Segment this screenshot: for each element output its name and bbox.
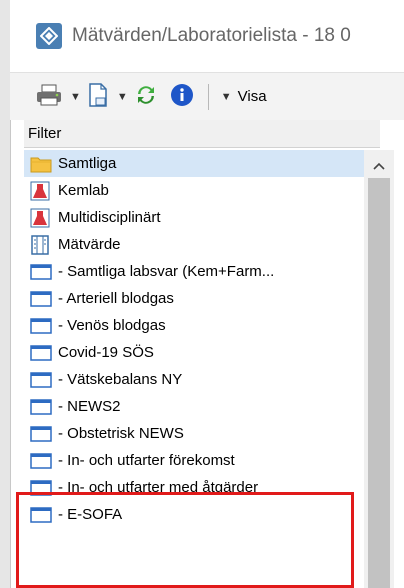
document-button[interactable]: ▼ [87,82,134,111]
window-icon [30,397,54,417]
document-dropdown-caret[interactable]: ▼ [117,91,128,103]
filter-item-label: - Samtliga labsvar (Kem+Farm... [58,263,275,280]
toolbar-separator [207,83,209,110]
print-dropdown-caret[interactable]: ▼ [70,91,81,103]
toolbar: ▼ ▼ ▼ Visa [10,72,404,120]
window-icon [30,478,54,498]
filter-item-obstetrisk-news[interactable]: - Obstetrisk NEWS [24,420,364,447]
app-icon [36,23,62,49]
window-icon [30,370,54,390]
filter-item-label: Kemlab [58,182,109,199]
refresh-button[interactable] [134,83,158,111]
filter-item-label: - Obstetrisk NEWS [58,425,184,442]
filter-item-label: - Vätskebalans NY [58,371,183,388]
filter-item-multidisciplinart[interactable]: Multidisciplinärt [24,204,364,231]
scrollbar-thumb[interactable] [368,178,390,588]
window-icon [30,289,54,309]
chevron-up-icon [373,157,385,174]
title-bar: Mätvärden/Laboratorielista - 18 0 [10,0,404,72]
view-dropdown-caret: ▼ [220,90,232,103]
filter-item-label: Mätvärde [58,236,121,253]
filter-item-label: Multidisciplinärt [58,209,161,226]
scroll-up-button[interactable] [364,154,394,176]
info-button[interactable] [170,83,194,111]
filter-item-samtliga[interactable]: Samtliga [24,150,364,177]
filter-item-in-och-utfarter-forekomst[interactable]: - In- och utfarter förekomst [24,447,364,474]
filter-item-e-sofa[interactable]: - E-SOFA [24,501,364,528]
window-title: Mätvärden/Laboratorielista - 18 0 [72,25,351,46]
filter-item-samtliga-labsvar[interactable]: - Samtliga labsvar (Kem+Farm... [24,258,364,285]
folder-icon [30,154,54,174]
filter-item-label: - NEWS2 [58,398,121,415]
window-icon [30,505,54,525]
filter-item-label: Covid-19 SÖS [58,344,154,361]
lab-flask-icon [30,181,54,201]
filter-item-label: - In- och utfarter med åtgärder [58,479,259,496]
window-icon [30,451,54,471]
view-menu-button[interactable]: ▼ Visa [221,88,267,105]
filter-item-venos-blodgas[interactable]: - Venös blodgas [24,312,364,339]
filter-item-kemlab[interactable]: Kemlab [24,177,364,204]
filter-item-covid-19-sos[interactable]: Covid-19 SÖS [24,339,364,366]
filter-list-panel: Samtliga Kemlab Multidisciplinärt Mätvär… [24,150,394,588]
filter-item-news2[interactable]: - NEWS2 [24,393,364,420]
filter-item-arteriell-blodgas[interactable]: - Arteriell blodgas [24,285,364,312]
filter-item-in-och-utfarter-med-atgarder[interactable]: - In- och utfarter med åtgärder [24,474,364,501]
refresh-icon [134,83,158,111]
filter-header: Filter [24,120,380,148]
filter-item-vatskebalans-ny[interactable]: - Vätskebalans NY [24,366,364,393]
window-icon [30,316,54,336]
window-icon [30,343,54,363]
filter-item-label: - E-SOFA [58,506,123,523]
lab-flask-icon [30,208,54,228]
document-icon [87,82,109,111]
chart-list-icon [30,234,54,255]
window-icon [30,262,54,282]
view-menu-label: Visa [237,88,267,105]
filter-list: Samtliga Kemlab Multidisciplinärt Mätvär… [24,150,364,528]
filter-item-matvarde[interactable]: Mätvärde [24,231,364,258]
filter-item-label: - Arteriell blodgas [58,290,174,307]
window-icon [30,424,54,444]
print-button[interactable]: ▼ [36,84,87,110]
filter-item-label: - In- och utfarter förekomst [58,452,235,469]
filter-item-label: Samtliga [58,155,117,172]
filter-item-label: - Venös blodgas [58,317,166,334]
info-icon [170,83,194,111]
printer-icon [36,84,62,110]
vertical-scrollbar[interactable] [364,150,394,588]
